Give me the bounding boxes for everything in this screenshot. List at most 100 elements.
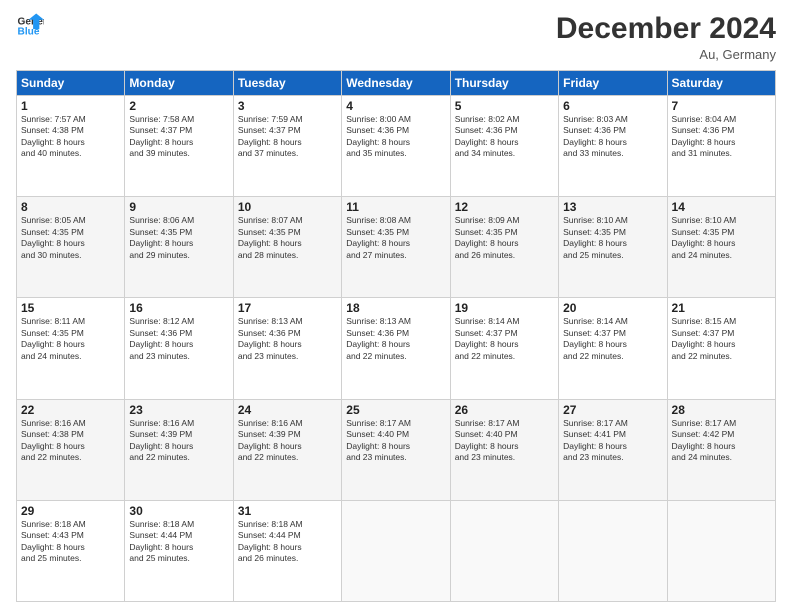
day-cell: 28Sunrise: 8:17 AMSunset: 4:42 PMDayligh… — [667, 399, 775, 500]
day-details: Sunrise: 8:17 AMSunset: 4:40 PMDaylight:… — [346, 418, 445, 464]
day-details: Sunrise: 8:03 AMSunset: 4:36 PMDaylight:… — [563, 114, 662, 160]
day-number: 18 — [346, 301, 445, 315]
day-number: 25 — [346, 403, 445, 417]
day-cell: 18Sunrise: 8:13 AMSunset: 4:36 PMDayligh… — [342, 298, 450, 399]
day-number: 28 — [672, 403, 771, 417]
day-cell: 24Sunrise: 8:16 AMSunset: 4:39 PMDayligh… — [233, 399, 341, 500]
calendar-body: 1Sunrise: 7:57 AMSunset: 4:38 PMDaylight… — [17, 96, 776, 602]
day-cell: 2Sunrise: 7:58 AMSunset: 4:37 PMDaylight… — [125, 96, 233, 197]
day-details: Sunrise: 8:07 AMSunset: 4:35 PMDaylight:… — [238, 215, 337, 261]
day-details: Sunrise: 8:16 AMSunset: 4:39 PMDaylight:… — [129, 418, 228, 464]
day-number: 12 — [455, 200, 554, 214]
day-cell: 7Sunrise: 8:04 AMSunset: 4:36 PMDaylight… — [667, 96, 775, 197]
calendar-page: General Blue December 2024 Au, Germany S… — [0, 0, 792, 612]
day-details: Sunrise: 8:08 AMSunset: 4:35 PMDaylight:… — [346, 215, 445, 261]
day-details: Sunrise: 8:09 AMSunset: 4:35 PMDaylight:… — [455, 215, 554, 261]
col-tuesday: Tuesday — [233, 71, 341, 96]
month-title: December 2024 — [556, 12, 776, 45]
week-row-4: 22Sunrise: 8:16 AMSunset: 4:38 PMDayligh… — [17, 399, 776, 500]
day-cell: 14Sunrise: 8:10 AMSunset: 4:35 PMDayligh… — [667, 197, 775, 298]
day-number: 16 — [129, 301, 228, 315]
day-number: 24 — [238, 403, 337, 417]
day-cell: 22Sunrise: 8:16 AMSunset: 4:38 PMDayligh… — [17, 399, 125, 500]
day-number: 2 — [129, 99, 228, 113]
day-number: 3 — [238, 99, 337, 113]
day-number: 9 — [129, 200, 228, 214]
day-details: Sunrise: 8:16 AMSunset: 4:39 PMDaylight:… — [238, 418, 337, 464]
day-cell: 25Sunrise: 8:17 AMSunset: 4:40 PMDayligh… — [342, 399, 450, 500]
day-details: Sunrise: 8:13 AMSunset: 4:36 PMDaylight:… — [238, 316, 337, 362]
day-number: 8 — [21, 200, 120, 214]
day-number: 27 — [563, 403, 662, 417]
day-number: 22 — [21, 403, 120, 417]
day-number: 31 — [238, 504, 337, 518]
day-number: 13 — [563, 200, 662, 214]
day-number: 30 — [129, 504, 228, 518]
day-cell: 12Sunrise: 8:09 AMSunset: 4:35 PMDayligh… — [450, 197, 558, 298]
title-area: December 2024 Au, Germany — [556, 12, 776, 62]
day-details: Sunrise: 8:04 AMSunset: 4:36 PMDaylight:… — [672, 114, 771, 160]
day-number: 1 — [21, 99, 120, 113]
day-cell: 23Sunrise: 8:16 AMSunset: 4:39 PMDayligh… — [125, 399, 233, 500]
day-details: Sunrise: 8:00 AMSunset: 4:36 PMDaylight:… — [346, 114, 445, 160]
day-details: Sunrise: 7:57 AMSunset: 4:38 PMDaylight:… — [21, 114, 120, 160]
day-details: Sunrise: 8:02 AMSunset: 4:36 PMDaylight:… — [455, 114, 554, 160]
day-cell: 1Sunrise: 7:57 AMSunset: 4:38 PMDaylight… — [17, 96, 125, 197]
day-details: Sunrise: 8:05 AMSunset: 4:35 PMDaylight:… — [21, 215, 120, 261]
day-cell: 4Sunrise: 8:00 AMSunset: 4:36 PMDaylight… — [342, 96, 450, 197]
day-number: 17 — [238, 301, 337, 315]
day-cell: 6Sunrise: 8:03 AMSunset: 4:36 PMDaylight… — [559, 96, 667, 197]
day-details: Sunrise: 8:15 AMSunset: 4:37 PMDaylight:… — [672, 316, 771, 362]
header: General Blue December 2024 Au, Germany — [16, 12, 776, 62]
day-cell: 11Sunrise: 8:08 AMSunset: 4:35 PMDayligh… — [342, 197, 450, 298]
day-details: Sunrise: 8:17 AMSunset: 4:40 PMDaylight:… — [455, 418, 554, 464]
week-row-3: 15Sunrise: 8:11 AMSunset: 4:35 PMDayligh… — [17, 298, 776, 399]
day-number: 26 — [455, 403, 554, 417]
header-row: Sunday Monday Tuesday Wednesday Thursday… — [17, 71, 776, 96]
day-details: Sunrise: 8:10 AMSunset: 4:35 PMDaylight:… — [563, 215, 662, 261]
col-sunday: Sunday — [17, 71, 125, 96]
day-details: Sunrise: 8:16 AMSunset: 4:38 PMDaylight:… — [21, 418, 120, 464]
calendar-header: Sunday Monday Tuesday Wednesday Thursday… — [17, 71, 776, 96]
day-cell: 19Sunrise: 8:14 AMSunset: 4:37 PMDayligh… — [450, 298, 558, 399]
col-saturday: Saturday — [667, 71, 775, 96]
day-details: Sunrise: 8:10 AMSunset: 4:35 PMDaylight:… — [672, 215, 771, 261]
col-wednesday: Wednesday — [342, 71, 450, 96]
day-cell: 3Sunrise: 7:59 AMSunset: 4:37 PMDaylight… — [233, 96, 341, 197]
day-cell: 21Sunrise: 8:15 AMSunset: 4:37 PMDayligh… — [667, 298, 775, 399]
day-cell: 31Sunrise: 8:18 AMSunset: 4:44 PMDayligh… — [233, 500, 341, 601]
logo: General Blue — [16, 12, 44, 40]
day-details: Sunrise: 8:17 AMSunset: 4:42 PMDaylight:… — [672, 418, 771, 464]
day-details: Sunrise: 8:18 AMSunset: 4:44 PMDaylight:… — [129, 519, 228, 565]
day-cell: 16Sunrise: 8:12 AMSunset: 4:36 PMDayligh… — [125, 298, 233, 399]
day-details: Sunrise: 7:58 AMSunset: 4:37 PMDaylight:… — [129, 114, 228, 160]
day-details: Sunrise: 8:14 AMSunset: 4:37 PMDaylight:… — [455, 316, 554, 362]
week-row-1: 1Sunrise: 7:57 AMSunset: 4:38 PMDaylight… — [17, 96, 776, 197]
logo-icon: General Blue — [16, 12, 44, 40]
day-number: 23 — [129, 403, 228, 417]
day-cell: 17Sunrise: 8:13 AMSunset: 4:36 PMDayligh… — [233, 298, 341, 399]
day-number: 6 — [563, 99, 662, 113]
col-monday: Monday — [125, 71, 233, 96]
day-number: 5 — [455, 99, 554, 113]
day-cell: 13Sunrise: 8:10 AMSunset: 4:35 PMDayligh… — [559, 197, 667, 298]
col-friday: Friday — [559, 71, 667, 96]
day-number: 14 — [672, 200, 771, 214]
day-details: Sunrise: 8:13 AMSunset: 4:36 PMDaylight:… — [346, 316, 445, 362]
day-number: 4 — [346, 99, 445, 113]
day-details: Sunrise: 8:17 AMSunset: 4:41 PMDaylight:… — [563, 418, 662, 464]
day-details: Sunrise: 8:18 AMSunset: 4:44 PMDaylight:… — [238, 519, 337, 565]
day-cell: 10Sunrise: 8:07 AMSunset: 4:35 PMDayligh… — [233, 197, 341, 298]
day-cell — [667, 500, 775, 601]
week-row-5: 29Sunrise: 8:18 AMSunset: 4:43 PMDayligh… — [17, 500, 776, 601]
day-number: 15 — [21, 301, 120, 315]
day-cell: 27Sunrise: 8:17 AMSunset: 4:41 PMDayligh… — [559, 399, 667, 500]
day-cell: 20Sunrise: 8:14 AMSunset: 4:37 PMDayligh… — [559, 298, 667, 399]
day-details: Sunrise: 8:06 AMSunset: 4:35 PMDaylight:… — [129, 215, 228, 261]
day-details: Sunrise: 8:14 AMSunset: 4:37 PMDaylight:… — [563, 316, 662, 362]
day-cell: 26Sunrise: 8:17 AMSunset: 4:40 PMDayligh… — [450, 399, 558, 500]
day-cell: 5Sunrise: 8:02 AMSunset: 4:36 PMDaylight… — [450, 96, 558, 197]
day-number: 11 — [346, 200, 445, 214]
day-cell: 9Sunrise: 8:06 AMSunset: 4:35 PMDaylight… — [125, 197, 233, 298]
day-number: 19 — [455, 301, 554, 315]
